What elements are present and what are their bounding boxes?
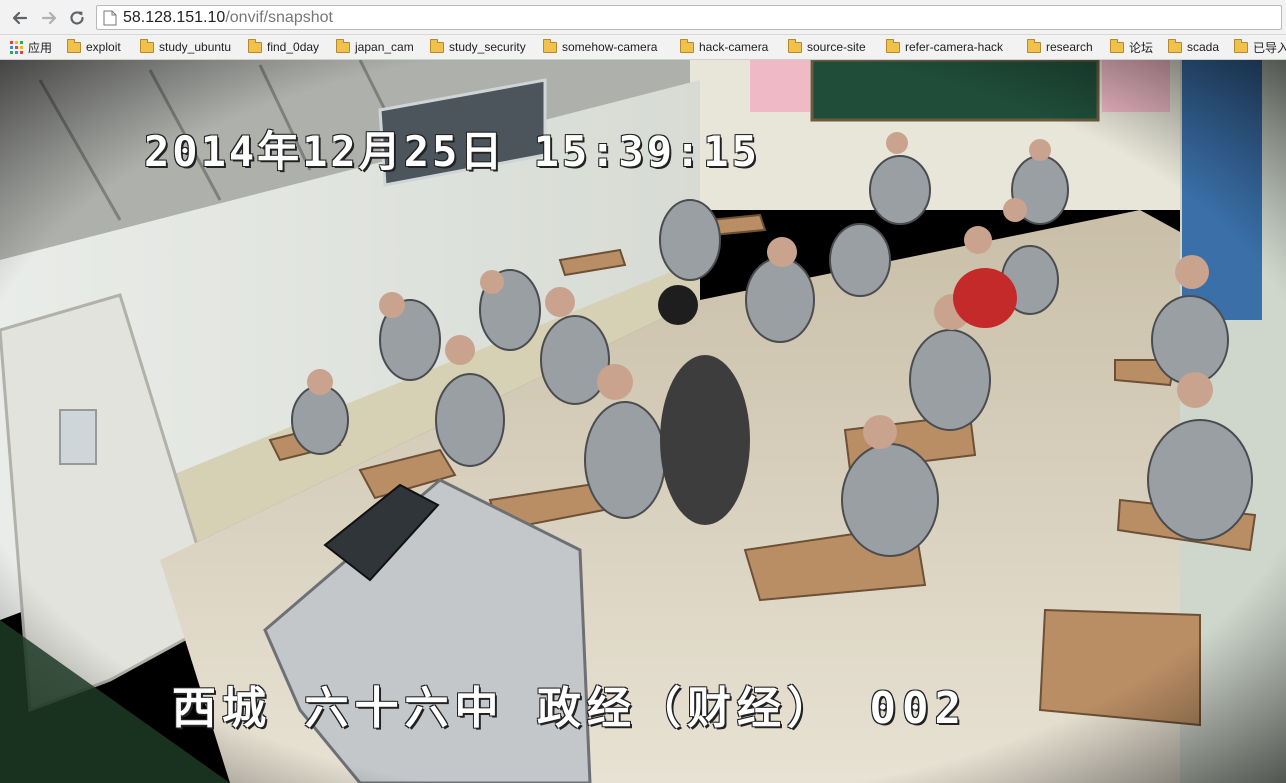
folder-icon xyxy=(680,38,694,53)
bookmark-label: hack-camera xyxy=(699,40,769,54)
page-icon xyxy=(103,10,117,26)
arrow-left-icon xyxy=(12,11,28,25)
folder-icon xyxy=(336,38,350,53)
folder-icon xyxy=(788,38,802,53)
arrow-right-icon xyxy=(41,11,57,25)
folder-icon xyxy=(140,38,154,53)
browser-toolbar: 58.128.151.10/onvif/snapshot xyxy=(0,0,1286,35)
bookmark-find-0day[interactable]: find_0day xyxy=(248,38,319,56)
timestamp-overlay: 2014年12月25日 15:39:15 xyxy=(144,127,760,176)
forward-button[interactable] xyxy=(38,7,60,29)
bookmark-study-ubuntu[interactable]: study_ubuntu xyxy=(140,38,231,56)
bookmark-apps[interactable]: 应用 xyxy=(10,38,52,56)
url-host: 58.128.151.10 xyxy=(123,9,226,26)
bookmark-label: exploit xyxy=(86,40,121,54)
folder-icon xyxy=(1027,38,1041,53)
bookmark-source-site[interactable]: source-site xyxy=(788,38,866,56)
folder-icon xyxy=(543,38,557,53)
bookmark-label: study_security xyxy=(449,40,526,54)
bookmark-forum[interactable]: 论坛 xyxy=(1110,38,1153,56)
bookmarks-bar: 应用 exploit study_ubuntu find_0day japan_… xyxy=(0,35,1286,60)
folder-icon xyxy=(67,38,81,53)
bookmark-label: find_0day xyxy=(267,40,320,54)
apps-icon xyxy=(10,40,23,54)
address-bar[interactable]: 58.128.151.10/onvif/snapshot xyxy=(96,5,1282,30)
bookmark-label: japan_cam xyxy=(355,40,414,54)
folder-icon xyxy=(1168,38,1182,53)
bookmark-study-security[interactable]: study_security xyxy=(430,38,526,56)
folder-icon xyxy=(1234,38,1248,53)
bookmark-research[interactable]: research xyxy=(1027,38,1093,56)
bookmark-label: somehow-camera xyxy=(562,40,658,54)
bookmark-refer-camera-hack[interactable]: refer-camera-hack xyxy=(886,38,1003,56)
bookmark-scada[interactable]: scada xyxy=(1168,38,1219,56)
bookmark-hack-camera[interactable]: hack-camera xyxy=(680,38,768,56)
folder-icon xyxy=(430,38,444,53)
bookmark-somehow-camera[interactable]: somehow-camera xyxy=(543,38,657,56)
url-path: /onvif/snapshot xyxy=(225,9,333,26)
folder-icon xyxy=(248,38,262,53)
location-overlay: 西城 六十六中 政经（财经） 002 xyxy=(172,683,967,734)
bookmark-exploit[interactable]: exploit xyxy=(67,38,121,56)
bookmark-label: 论坛 xyxy=(1129,40,1154,55)
folder-icon xyxy=(886,38,900,53)
reload-button[interactable] xyxy=(66,7,88,29)
bookmark-label: 已导入 xyxy=(1253,40,1286,55)
bookmark-japan-cam[interactable]: japan_cam xyxy=(336,38,414,56)
reload-icon xyxy=(70,11,84,25)
bookmark-label: refer-camera-hack xyxy=(905,40,1004,54)
bookmark-label: scada xyxy=(1187,40,1220,54)
bookmark-label: 应用 xyxy=(28,40,53,55)
bookmark-label: research xyxy=(1046,40,1093,54)
url-text: 58.128.151.10/onvif/snapshot xyxy=(123,9,333,27)
bookmark-label: source-site xyxy=(807,40,866,54)
back-button[interactable] xyxy=(9,7,31,29)
bookmark-imported[interactable]: 已导入 xyxy=(1234,38,1286,56)
snapshot-image: 2014年12月25日 15:39:15 西城 六十六中 政经（财经） 002 xyxy=(0,60,1286,783)
folder-icon xyxy=(1110,38,1124,53)
bookmark-label: study_ubuntu xyxy=(159,40,232,54)
